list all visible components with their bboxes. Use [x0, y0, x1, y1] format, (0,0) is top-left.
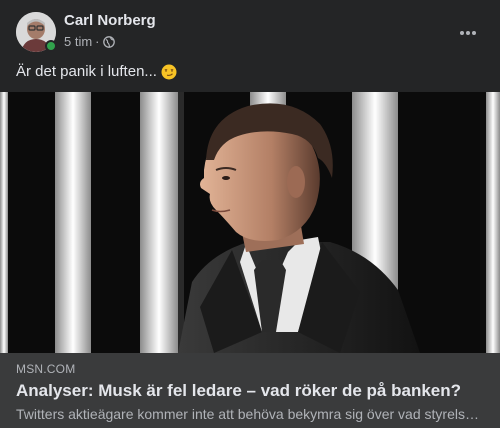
post-message: Är det panik i luften... [16, 62, 177, 82]
online-status-indicator [45, 40, 57, 52]
feed-post: Carl Norberg 5 tim · Är det panik i luft… [0, 0, 500, 428]
author-avatar[interactable] [16, 12, 57, 52]
link-preview-card[interactable]: MSN.COM Analyser: Musk är fel ledare – v… [0, 353, 500, 428]
smirking-face-emoji-icon [161, 64, 177, 80]
more-options-icon [459, 23, 477, 41]
post-text: Är det panik i luften... [16, 63, 157, 80]
post-meta: 5 tim · [64, 34, 115, 50]
post-timestamp[interactable]: 5 tim [64, 34, 92, 50]
post-photo[interactable] [0, 92, 500, 353]
meta-separator: · [95, 34, 100, 49]
more-options-button[interactable] [452, 16, 484, 48]
link-description: Twitters aktieägare kommer inte att behö… [16, 406, 480, 422]
link-title[interactable]: Analyser: Musk är fel ledare – vad röker… [16, 380, 461, 402]
portrait-photo [0, 92, 500, 353]
author-name[interactable]: Carl Norberg [64, 12, 156, 30]
link-domain: MSN.COM [16, 362, 76, 376]
globe-icon[interactable] [102, 36, 115, 48]
post-header: Carl Norberg 5 tim · [16, 12, 484, 56]
